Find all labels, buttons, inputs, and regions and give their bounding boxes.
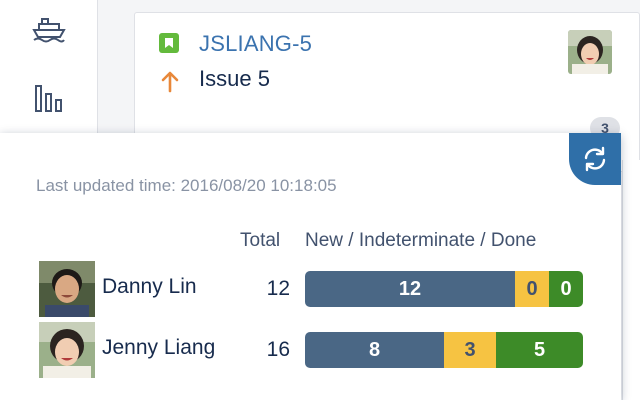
status-bar: 8 3 5 <box>305 332 583 368</box>
bar-segment-done: 5 <box>496 332 583 368</box>
user-total: 16 <box>266 338 290 361</box>
avatar <box>39 322 95 378</box>
table-row: Jenny Liang 16 8 3 5 <box>0 322 621 378</box>
user-total: 12 <box>266 277 290 300</box>
refresh-icon <box>584 146 606 172</box>
arrow-up-icon <box>161 69 179 93</box>
issue-key-link[interactable]: JSLIANG-5 <box>199 31 312 57</box>
bar-segment-indeterminate: 3 <box>444 332 497 368</box>
story-icon <box>159 33 179 53</box>
user-name: Danny Lin <box>102 275 197 298</box>
column-header-status: New / Indeterminate / Done <box>305 230 537 251</box>
app-root: JSLIANG-5 Issue 5 3 Last updated time: 2… <box>0 0 640 400</box>
bar-chart-icon[interactable] <box>30 78 68 116</box>
column-header-total: Total <box>240 230 281 251</box>
bar-segment-indeterminate: 0 <box>515 271 549 307</box>
last-updated-text: Last updated time: 2016/08/20 10:18:05 <box>36 176 337 195</box>
issue-summary: Issue 5 <box>199 66 270 91</box>
bar-segment-done: 0 <box>549 271 583 307</box>
workload-popup: Last updated time: 2016/08/20 10:18:05 T… <box>0 133 621 400</box>
bar-segment-new: 8 <box>305 332 444 368</box>
ship-icon[interactable] <box>30 10 68 48</box>
column-edge <box>622 160 640 400</box>
table-row: Danny Lin 12 12 0 0 <box>0 261 621 317</box>
bar-segment-new: 12 <box>305 271 515 307</box>
refresh-button[interactable] <box>569 133 621 185</box>
avatar[interactable] <box>568 30 612 74</box>
user-name: Jenny Liang <box>102 336 216 359</box>
status-bar: 12 0 0 <box>305 271 583 307</box>
avatar <box>39 261 95 317</box>
